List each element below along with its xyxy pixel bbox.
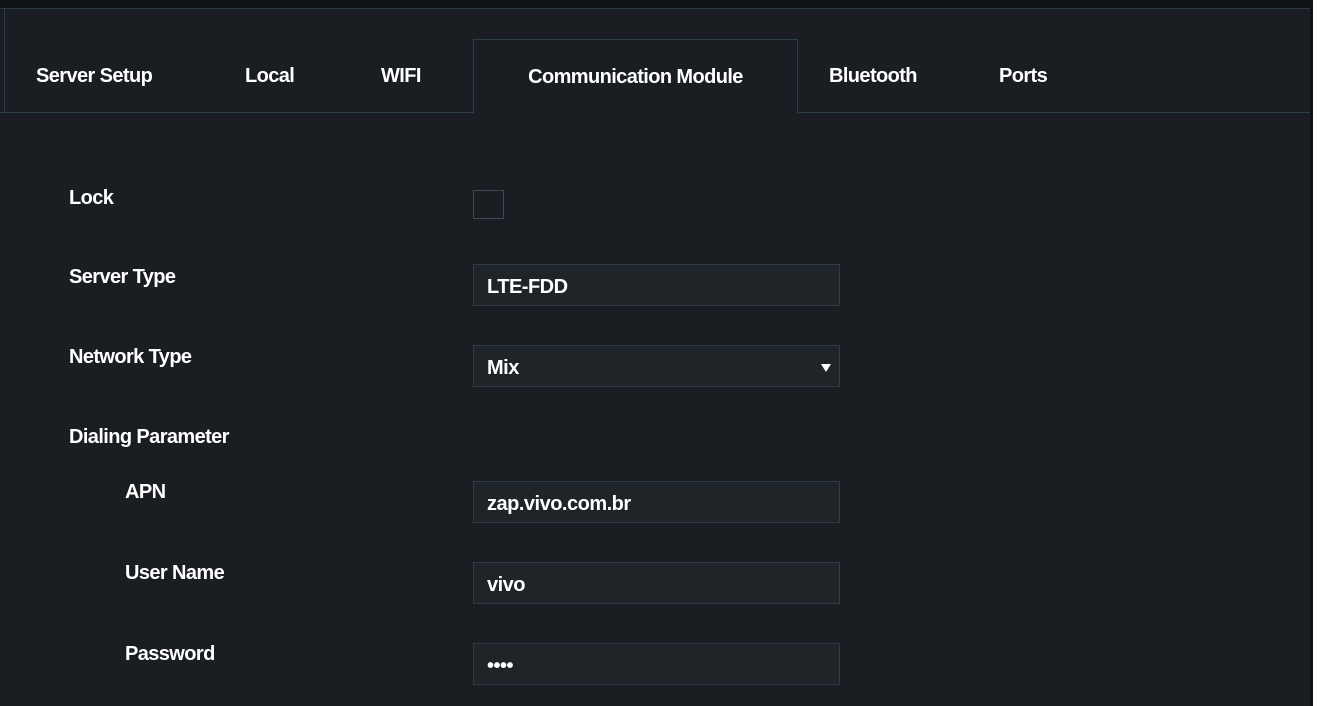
tab-wifi[interactable]: WIFI [381, 65, 421, 89]
tab-communication-module[interactable]: Communication Module [473, 39, 798, 114]
apn-field[interactable]: zap.vivo.com.br [473, 481, 840, 523]
network-type-label: Network Type [69, 346, 192, 368]
server-type-field[interactable]: LTE-FDD [473, 264, 840, 306]
apn-label: APN [125, 481, 166, 503]
dialing-parameter-heading: Dialing Parameter [69, 426, 229, 448]
window-edge [1310, 0, 1320, 706]
password-label: Password [125, 643, 215, 665]
tab-bluetooth[interactable]: Bluetooth [829, 65, 918, 89]
tab-ports[interactable]: Ports [999, 65, 1048, 89]
chevron-down-icon [821, 364, 831, 372]
divider [4, 9, 5, 113]
password-field[interactable]: •••• [473, 643, 840, 685]
lock-checkbox[interactable] [473, 190, 504, 219]
network-type-value: Mix [487, 357, 519, 379]
server-type-label: Server Type [69, 266, 176, 288]
user-name-field[interactable]: vivo [473, 562, 840, 604]
tab-server-setup[interactable]: Server Setup [36, 65, 153, 89]
lock-label: Lock [69, 187, 114, 209]
tab-local[interactable]: Local [245, 65, 295, 89]
tab-bar: Server Setup Local WIFI Communication Mo… [0, 9, 1310, 114]
user-name-label: User Name [125, 562, 225, 584]
network-type-select[interactable]: Mix [473, 345, 840, 387]
